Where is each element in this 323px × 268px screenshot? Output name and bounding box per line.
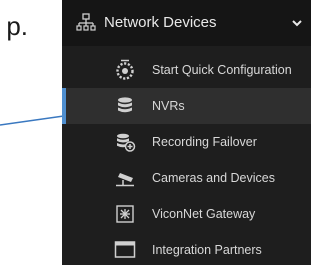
menu-item-recording-failover[interactable]: Recording Failover (62, 124, 311, 160)
menu-item-label: ViconNet Gateway (152, 207, 256, 221)
database-icon (114, 95, 136, 117)
active-indicator (62, 88, 66, 124)
navigation-menu: Network Devices Start Quick Configuratio… (62, 0, 311, 265)
menu-item-integration-partners[interactable]: Integration Partners (62, 232, 311, 268)
menu-item-label: Integration Partners (152, 243, 262, 257)
menu-item-label: Start Quick Configuration (152, 63, 292, 77)
menu-item-viconnet-gateway[interactable]: ViconNet Gateway (62, 196, 311, 232)
menu-item-start-quick-configuration[interactable]: Start Quick Configuration (62, 52, 311, 88)
security-camera-icon (114, 167, 136, 189)
failover-database-icon (114, 131, 136, 153)
menu-item-nvrs[interactable]: NVRs (62, 88, 311, 124)
chevron-down-icon[interactable] (291, 16, 303, 34)
menu-item-cameras-and-devices[interactable]: Cameras and Devices (62, 160, 311, 196)
menu-item-label: NVRs (152, 99, 185, 113)
gear-icon (114, 59, 136, 81)
gateway-icon (114, 203, 136, 225)
menu-item-label: Cameras and Devices (152, 171, 275, 185)
menu-header-label: Network Devices (104, 14, 217, 31)
window-icon (114, 239, 136, 261)
menu-item-label: Recording Failover (152, 135, 257, 149)
network-tree-icon (76, 13, 96, 38)
menu-header-network-devices[interactable]: Network Devices (62, 0, 311, 46)
